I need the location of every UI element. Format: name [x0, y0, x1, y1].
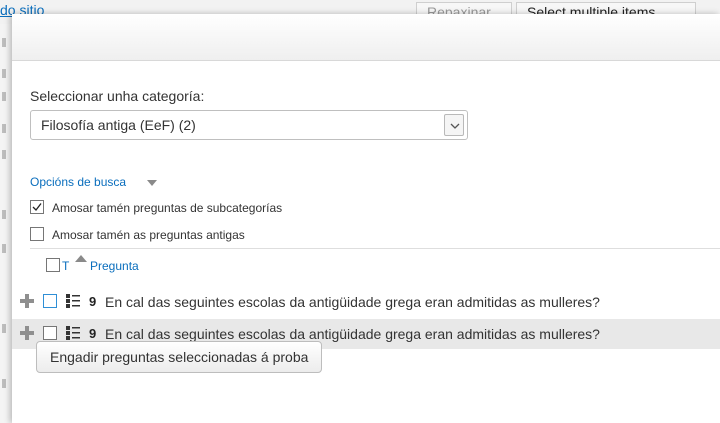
- multichoice-icon: [66, 294, 80, 308]
- category-select[interactable]: Filosofía antiga (EeF) (2): [30, 110, 468, 140]
- checkmark-icon: [32, 203, 42, 211]
- question-text: En cal das seguintes escolas da antigüid…: [105, 326, 600, 342]
- chevron-down-icon: [450, 123, 460, 129]
- background-left-edge: [0, 24, 12, 423]
- column-question-header[interactable]: Pregunta: [90, 259, 139, 273]
- question-checkbox[interactable]: [43, 294, 57, 308]
- old-questions-checkbox[interactable]: [30, 227, 44, 241]
- question-grade: 9: [89, 326, 97, 341]
- table-header: T Pregunta: [12, 255, 312, 277]
- search-options-label[interactable]: Opcións de busca: [30, 175, 126, 189]
- divider: [30, 248, 720, 249]
- subcategories-label: Amosar tamén preguntas de subcategorías: [52, 201, 283, 215]
- caret-down-icon: [147, 180, 157, 186]
- subcategories-checkbox[interactable]: [30, 200, 44, 214]
- dialog-header: [12, 14, 720, 61]
- question-bank-dialog: Seleccionar unha categoría: Filosofía an…: [12, 14, 720, 423]
- plus-icon[interactable]: [20, 326, 34, 340]
- question-checkbox[interactable]: [43, 326, 57, 340]
- add-selected-questions-button[interactable]: Engadir preguntas seleccionadas á proba: [36, 341, 323, 373]
- old-questions-label: Amosar tamén as preguntas antigas: [52, 228, 245, 242]
- select-dropdown-button[interactable]: [444, 114, 464, 136]
- plus-icon[interactable]: [20, 294, 34, 308]
- category-label: Seleccionar unha categoría:: [30, 88, 205, 104]
- question-text: En cal das seguintes escolas da antigüid…: [105, 294, 600, 310]
- table-row: 9 En cal das seguintes escolas da antigü…: [12, 287, 720, 317]
- question-grade: 9: [89, 294, 97, 309]
- sort-asc-icon[interactable]: [75, 255, 87, 262]
- select-all-checkbox[interactable]: [46, 258, 60, 272]
- search-options-toggle[interactable]: Opcións de busca: [30, 175, 157, 189]
- column-type-header[interactable]: T: [62, 259, 69, 273]
- multichoice-icon: [66, 326, 80, 340]
- category-select-value: Filosofía antiga (EeF) (2): [41, 117, 196, 133]
